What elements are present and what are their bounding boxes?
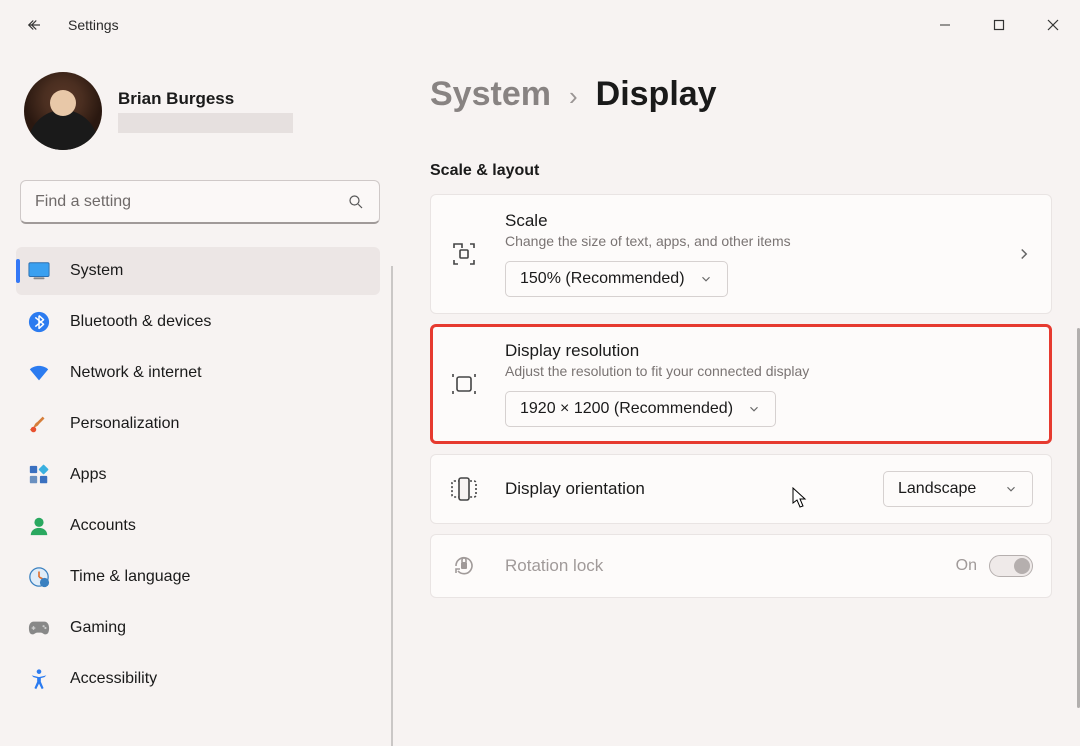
sidebar-item-accounts[interactable]: Accounts — [16, 502, 380, 550]
orientation-title: Display orientation — [505, 479, 857, 499]
gamepad-icon — [28, 617, 50, 639]
search-box[interactable] — [20, 180, 380, 224]
sidebar-item-label: Accessibility — [70, 670, 157, 688]
chevron-down-icon — [699, 272, 713, 286]
sidebar: Brian Burgess System Bluetooth & devices — [0, 50, 400, 746]
sidebar-item-label: Gaming — [70, 619, 126, 637]
sidebar-item-label: Bluetooth & devices — [70, 313, 211, 331]
window-title: Settings — [68, 17, 119, 33]
sidebar-item-label: Time & language — [70, 568, 190, 586]
section-title: Scale & layout — [430, 162, 1052, 180]
sidebar-item-system[interactable]: System — [16, 247, 380, 295]
bluetooth-icon — [28, 311, 50, 333]
sidebar-item-gaming[interactable]: Gaming — [16, 604, 380, 652]
sidebar-item-personalization[interactable]: Personalization — [16, 400, 380, 448]
sidebar-item-label: System — [70, 262, 123, 280]
orientation-icon — [449, 474, 479, 504]
maximize-button[interactable] — [972, 5, 1026, 45]
orientation-select[interactable]: Landscape — [883, 471, 1033, 507]
display-resolution-card[interactable]: Display resolution Adjust the resolution… — [430, 324, 1052, 444]
orientation-value: Landscape — [898, 480, 976, 498]
scale-card[interactable]: Scale Change the size of text, apps, and… — [430, 194, 1052, 314]
person-icon — [28, 515, 50, 537]
resolution-subtitle: Adjust the resolution to fit your connec… — [505, 363, 1033, 379]
sidebar-item-accessibility[interactable]: Accessibility — [16, 655, 380, 703]
clock-globe-icon — [28, 566, 50, 588]
system-icon — [28, 260, 50, 282]
chevron-down-icon — [747, 402, 761, 416]
sidebar-item-label: Apps — [70, 466, 106, 484]
rotation-lock-title: Rotation lock — [505, 556, 930, 576]
breadcrumb-current: Display — [596, 75, 717, 114]
sidebar-item-label: Personalization — [70, 415, 179, 433]
sidebar-item-time-language[interactable]: Time & language — [16, 553, 380, 601]
breadcrumb: System › Display — [430, 75, 1052, 114]
sidebar-item-bluetooth[interactable]: Bluetooth & devices — [16, 298, 380, 346]
sidebar-item-label: Network & internet — [70, 364, 202, 382]
wifi-icon — [28, 362, 50, 384]
accessibility-icon — [28, 668, 50, 690]
paintbrush-icon — [28, 413, 50, 435]
sidebar-item-apps[interactable]: Apps — [16, 451, 380, 499]
scale-value: 150% (Recommended) — [520, 270, 685, 288]
main-content: System › Display Scale & layout Scale Ch… — [400, 50, 1080, 746]
sidebar-scrollbar[interactable] — [391, 266, 393, 746]
minimize-button[interactable] — [918, 5, 972, 45]
avatar — [24, 72, 102, 150]
window-controls — [918, 5, 1080, 45]
search-input[interactable] — [35, 193, 347, 211]
rotation-lock-state: On — [956, 557, 977, 575]
search-icon — [347, 193, 365, 211]
apps-icon — [28, 464, 50, 486]
close-button[interactable] — [1026, 5, 1080, 45]
user-row[interactable]: Brian Burgess — [24, 72, 388, 150]
user-name: Brian Burgess — [118, 89, 293, 109]
sidebar-item-label: Accounts — [70, 517, 136, 535]
back-arrow-icon — [25, 16, 43, 34]
sidebar-item-network[interactable]: Network & internet — [16, 349, 380, 397]
resolution-value: 1920 × 1200 (Recommended) — [520, 400, 733, 418]
titlebar: Settings — [0, 0, 1080, 50]
toggle-switch — [989, 555, 1033, 577]
scale-select[interactable]: 150% (Recommended) — [505, 261, 728, 297]
chevron-right-icon[interactable] — [1015, 245, 1033, 263]
breadcrumb-parent[interactable]: System — [430, 75, 551, 114]
scale-icon — [449, 239, 479, 269]
resolution-select[interactable]: 1920 × 1200 (Recommended) — [505, 391, 776, 427]
rotation-lock-icon — [449, 551, 479, 581]
rotation-lock-toggle: On — [956, 555, 1033, 577]
chevron-right-icon: › — [569, 81, 578, 112]
resolution-icon — [449, 369, 479, 399]
back-button[interactable] — [22, 13, 46, 37]
display-orientation-card[interactable]: Display orientation Landscape — [430, 454, 1052, 524]
scale-subtitle: Change the size of text, apps, and other… — [505, 233, 989, 249]
scale-title: Scale — [505, 211, 989, 231]
rotation-lock-card: Rotation lock On — [430, 534, 1052, 598]
chevron-down-icon — [1004, 482, 1018, 496]
nav-list: System Bluetooth & devices Network & int… — [12, 244, 388, 746]
user-email-redacted — [118, 113, 293, 133]
resolution-title: Display resolution — [505, 341, 1033, 361]
